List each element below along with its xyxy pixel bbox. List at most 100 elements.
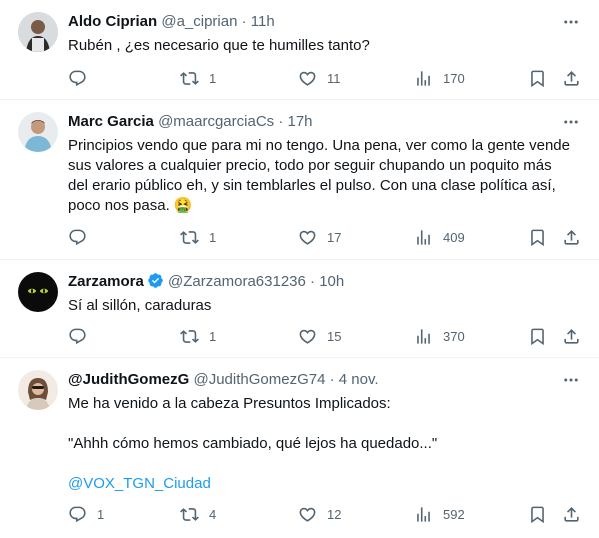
reply-icon [69, 70, 86, 86]
timestamp[interactable]: 4 nov. [339, 371, 379, 388]
share-button[interactable] [562, 502, 581, 526]
separator: · [329, 371, 335, 388]
tweet-header: Aldo Ciprian @a_ciprian · 11h [68, 12, 275, 32]
retweet-icon [180, 71, 199, 85]
views-button[interactable]: 409 [414, 225, 465, 249]
bookmark-button[interactable] [528, 502, 547, 526]
retweet-count: 1 [209, 229, 217, 245]
separator: · [278, 113, 284, 130]
share-button[interactable] [562, 66, 581, 90]
author-handle[interactable]: @Zarzamora631236 [168, 273, 306, 290]
views-count: 409 [443, 229, 465, 245]
views-icon [417, 70, 430, 86]
tweet-text: Me ha venido a la cabeza Presuntos Impli… [68, 394, 588, 494]
share-button[interactable] [562, 225, 581, 249]
separator: · [241, 13, 247, 30]
mention-link[interactable]: @VOX_TGN_Ciudad [68, 474, 588, 494]
bookmark-button[interactable] [528, 225, 547, 249]
tweet-header: Zarzamora @Zarzamora631236 · 10h [68, 272, 344, 292]
more-options-button[interactable] [559, 112, 583, 132]
like-button[interactable]: 17 [298, 225, 341, 249]
views-button[interactable]: 170 [414, 66, 465, 90]
avatar[interactable] [18, 112, 58, 152]
timestamp[interactable]: 11h [251, 13, 275, 30]
timestamp[interactable]: 17h [288, 113, 313, 130]
retweet-button[interactable]: 1 [180, 225, 216, 249]
share-icon [564, 506, 579, 522]
bookmark-icon [531, 328, 544, 345]
more-icon [564, 378, 578, 382]
tweet[interactable]: Zarzamora @Zarzamora631236 · 10h Sí al s… [0, 260, 599, 358]
tweet-text-line: Sí al sillón, caraduras [68, 297, 212, 314]
tweet[interactable]: Marc Garcia @maarcgarciaCs · 17h Princip… [0, 100, 599, 260]
views-count: 170 [443, 70, 465, 86]
timestamp[interactable]: 10h [319, 273, 344, 290]
tweet-text-line: del erario público eh, y sin temblarles … [68, 177, 556, 194]
avatar[interactable] [18, 370, 58, 410]
author-name[interactable]: Zarzamora [68, 273, 144, 290]
views-button[interactable]: 592 [414, 502, 465, 526]
views-button[interactable]: 370 [414, 324, 465, 348]
tweet-text-line: sus valores a cualquier precio, todo por… [68, 157, 552, 174]
tweet-text-line: Principios vendo que para mi no tengo. U… [68, 137, 570, 154]
share-icon [564, 328, 579, 344]
views-count: 592 [443, 506, 465, 522]
author-handle[interactable]: @a_ciprian [161, 13, 237, 30]
more-icon [564, 20, 578, 24]
views-count: 370 [443, 328, 465, 344]
like-button[interactable]: 12 [298, 502, 341, 526]
bookmark-icon [531, 70, 544, 87]
reply-button[interactable] [68, 66, 97, 90]
more-options-button[interactable] [559, 12, 583, 32]
like-button[interactable]: 11 [298, 66, 341, 90]
author-name[interactable]: Aldo Ciprian [68, 13, 157, 30]
author-name[interactable]: Marc Garcia [68, 113, 154, 130]
tweet-header: @JudithGomezG @JudithGomezG74 · 4 nov. [68, 370, 379, 390]
like-count: 12 [327, 506, 342, 522]
retweet-button[interactable]: 1 [180, 66, 216, 90]
like-icon [299, 507, 316, 522]
tweet-text-line: "Ahhh cómo hemos cambiado, qué lejos ha … [68, 435, 438, 452]
tweet-text-line: poco nos pasa. 🤮 [68, 197, 193, 214]
reply-button[interactable]: 1 [68, 502, 104, 526]
author-name[interactable]: @JudithGomezG [68, 371, 189, 388]
bookmark-icon [531, 229, 544, 246]
retweet-count: 1 [209, 328, 217, 344]
author-handle[interactable]: @JudithGomezG74 [193, 371, 325, 388]
tweet[interactable]: @JudithGomezG @JudithGomezG74 · 4 nov. M… [0, 358, 599, 538]
like-count: 17 [327, 229, 342, 245]
reply-icon [69, 506, 86, 522]
like-button[interactable]: 15 [298, 324, 341, 348]
verified-badge-icon [148, 273, 163, 288]
separator: · [310, 273, 316, 290]
retweet-count: 1 [209, 70, 217, 86]
reply-button[interactable] [68, 324, 97, 348]
views-icon [417, 506, 430, 522]
author-handle[interactable]: @maarcgarciaCs [158, 113, 274, 130]
retweet-icon [180, 329, 199, 343]
avatar[interactable] [18, 272, 58, 312]
like-count: 11 [327, 70, 341, 86]
like-icon [299, 230, 316, 245]
more-options-button[interactable] [559, 370, 583, 390]
action-bar: 1 11 170 [68, 66, 588, 90]
retweet-icon [180, 507, 199, 521]
like-icon [299, 71, 316, 86]
action-bar: 1 17 409 [68, 225, 588, 249]
tweet-text-line: Me ha venido a la cabeza Presuntos Impli… [68, 395, 391, 412]
bookmark-button[interactable] [528, 66, 547, 90]
tweet[interactable]: Aldo Ciprian @a_ciprian · 11h Rubén , ¿e… [0, 0, 599, 100]
reply-count: 1 [97, 506, 105, 522]
bookmark-button[interactable] [528, 324, 547, 348]
retweet-button[interactable]: 4 [180, 502, 216, 526]
retweet-button[interactable]: 1 [180, 324, 216, 348]
share-icon [564, 70, 579, 86]
like-icon [299, 329, 316, 344]
tweet-text-line: Rubén , ¿es necesario que te humilles ta… [68, 37, 370, 54]
like-count: 15 [327, 328, 342, 344]
avatar[interactable] [18, 12, 58, 52]
views-icon [417, 229, 430, 245]
reply-icon [69, 328, 86, 344]
reply-button[interactable] [68, 225, 97, 249]
share-button[interactable] [562, 324, 581, 348]
